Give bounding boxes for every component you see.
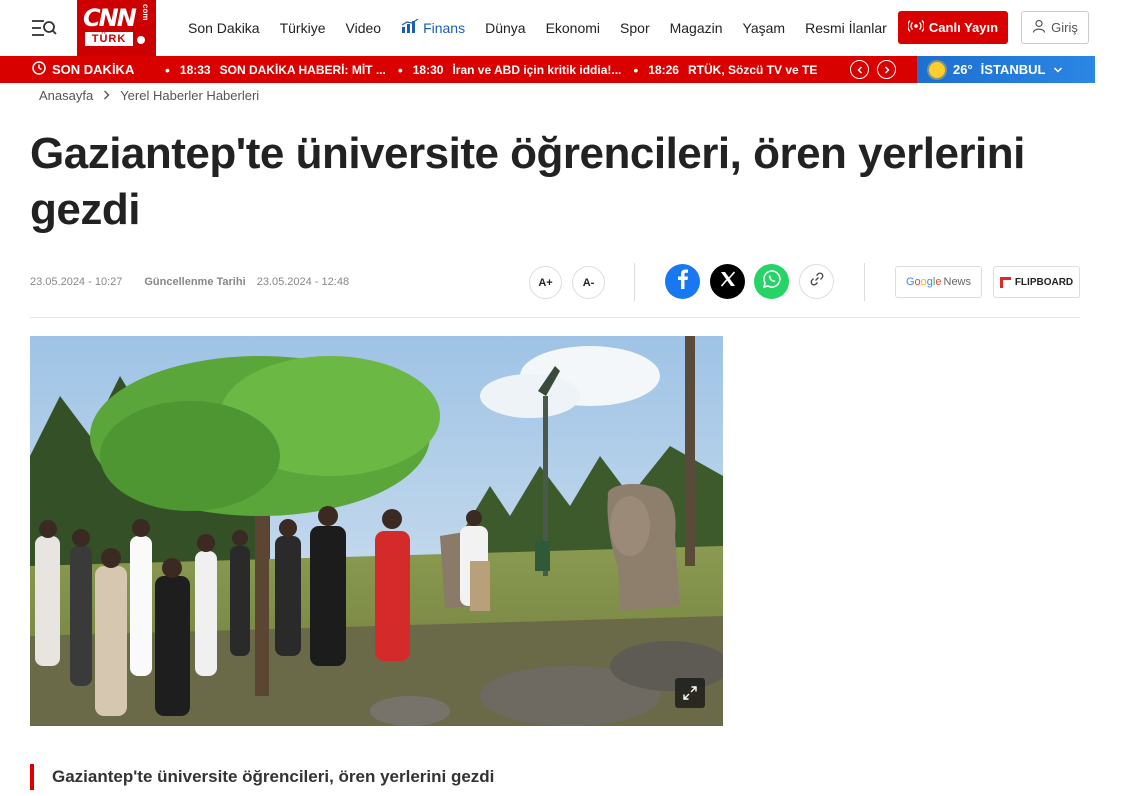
login-label: Giriş xyxy=(1051,20,1078,35)
ticker-time: 18:33 xyxy=(179,62,211,77)
clock-icon xyxy=(32,61,46,78)
breaking-news-ticker: SON DAKİKA • 18:33 SON DAKİKA HABERİ: Mİ… xyxy=(0,56,917,83)
ticker-text: SON DAKİKA HABERİ: MİT ... xyxy=(219,62,386,77)
ticker-item[interactable]: • 18:26 RTÜK, Sözcü TV ve TE xyxy=(633,62,817,78)
nav-yasam[interactable]: Yaşam xyxy=(743,18,786,38)
chevron-down-icon xyxy=(1053,62,1063,77)
flipboard-button[interactable]: FLIPBOARD xyxy=(993,266,1080,298)
chart-icon xyxy=(401,18,419,38)
ticker-time: 18:30 xyxy=(412,62,444,77)
nav-video[interactable]: Video xyxy=(346,18,382,38)
flipboard-label: FLIPBOARD xyxy=(1014,276,1074,288)
sun-icon xyxy=(929,61,945,78)
caption-accent-bar xyxy=(30,764,34,790)
ticker-label: SON DAKİKA xyxy=(52,62,135,77)
nav-dunya[interactable]: Dünya xyxy=(485,18,525,38)
breadcrumb-home[interactable]: Anasayfa xyxy=(39,88,93,103)
logo-brand: CNN xyxy=(83,4,137,32)
live-stream-label: Canlı Yayın xyxy=(928,20,999,35)
ticker-time: 18:26 xyxy=(648,62,679,77)
ticker-label-group: SON DAKİKA xyxy=(32,56,134,83)
cnn-turk-logo[interactable]: CNN com TÜRK xyxy=(77,0,156,56)
live-stream-button[interactable]: Canlı Yayın xyxy=(898,11,1008,44)
article-title: Gaziantep'te üniversite öğrencileri, öre… xyxy=(30,129,1025,234)
font-increase-button[interactable]: A+ xyxy=(529,266,562,299)
ticker-text: İran ve ABD için kritik iddia!... xyxy=(452,62,622,77)
main-nav: Son Dakika Türkiye Video Finans Dünya Ek… xyxy=(188,18,907,38)
nav-resmi-ilanlar[interactable]: Resmi İlanlar xyxy=(805,18,887,38)
updated-label: Güncellenme Tarihi xyxy=(144,276,246,288)
flipboard-icon xyxy=(999,276,1011,288)
nav-ekonomi[interactable]: Ekonomi xyxy=(546,18,600,38)
published-date: 23.05.2024 - 10:27 xyxy=(30,276,123,288)
nav-son-dakika[interactable]: Son Dakika xyxy=(188,18,260,38)
x-share-button[interactable] xyxy=(710,264,745,299)
facebook-icon xyxy=(674,269,692,294)
google-news-button[interactable]: Go o g l e News xyxy=(895,266,982,298)
divider xyxy=(634,263,635,301)
divider xyxy=(864,263,865,301)
x-logo-icon xyxy=(720,271,736,292)
logo-suffix: com xyxy=(141,4,150,21)
updated-date: 23.05.2024 - 12:48 xyxy=(256,276,350,288)
article-summary: Gaziantep'te üniversite öğrencileri, öre… xyxy=(52,767,495,786)
logo-dot xyxy=(137,36,145,44)
google-news-label: News xyxy=(943,276,972,288)
nav-turkiye[interactable]: Türkiye xyxy=(280,18,326,38)
whatsapp-icon xyxy=(762,269,782,294)
link-icon xyxy=(809,271,825,292)
expand-icon[interactable] xyxy=(675,678,705,708)
ticker-items: • 18:33 SON DAKİKA HABERİ: MİT ... • 18:… xyxy=(165,56,833,83)
weather-city: İSTANBUL xyxy=(980,62,1046,77)
ticker-item[interactable]: • 18:30 İran ve ABD için kritik iddia!..… xyxy=(398,62,622,78)
breadcrumb-section[interactable]: Yerel Haberler Haberleri xyxy=(120,88,259,103)
ticker-arrows xyxy=(850,60,896,79)
logo-country: TÜRK xyxy=(85,32,133,46)
chevron-right-icon[interactable] xyxy=(877,60,896,79)
site-header: CNN com TÜRK Son Dakika Türkiye Video Fi… xyxy=(0,0,1131,56)
copy-link-button[interactable] xyxy=(799,264,834,299)
ticker-text: RTÜK, Sözcü TV ve TE xyxy=(687,62,818,77)
menu-search-icon[interactable] xyxy=(30,15,58,41)
breadcrumb: Anasayfa Yerel Haberler Haberleri xyxy=(39,88,259,103)
weather-temp: 26° xyxy=(953,62,973,77)
divider xyxy=(30,317,1080,318)
nav-magazin[interactable]: Magazin xyxy=(670,18,723,38)
facebook-share-button[interactable] xyxy=(665,264,700,299)
broadcast-icon xyxy=(907,20,925,35)
nav-spor[interactable]: Spor xyxy=(620,18,650,38)
ticker-item[interactable]: • 18:33 SON DAKİKA HABERİ: MİT ... xyxy=(165,62,386,78)
nav-finans[interactable]: Finans xyxy=(401,18,465,38)
updated-group: Güncellenme Tarihi 23.05.2024 - 12:48 xyxy=(144,276,349,288)
user-icon xyxy=(1032,19,1046,36)
chevron-left-icon[interactable] xyxy=(850,60,869,79)
login-button[interactable]: Giriş xyxy=(1021,11,1089,44)
nav-finans-label: Finans xyxy=(423,20,466,36)
article-meta: 23.05.2024 - 10:27 Güncellenme Tarihi 23… xyxy=(30,276,349,288)
chevron-right-icon xyxy=(103,89,110,103)
whatsapp-share-button[interactable] xyxy=(754,264,789,299)
article-image[interactable] xyxy=(30,336,723,726)
font-decrease-button[interactable]: A- xyxy=(572,266,605,299)
weather-widget[interactable]: 26° İSTANBUL xyxy=(917,56,1095,83)
